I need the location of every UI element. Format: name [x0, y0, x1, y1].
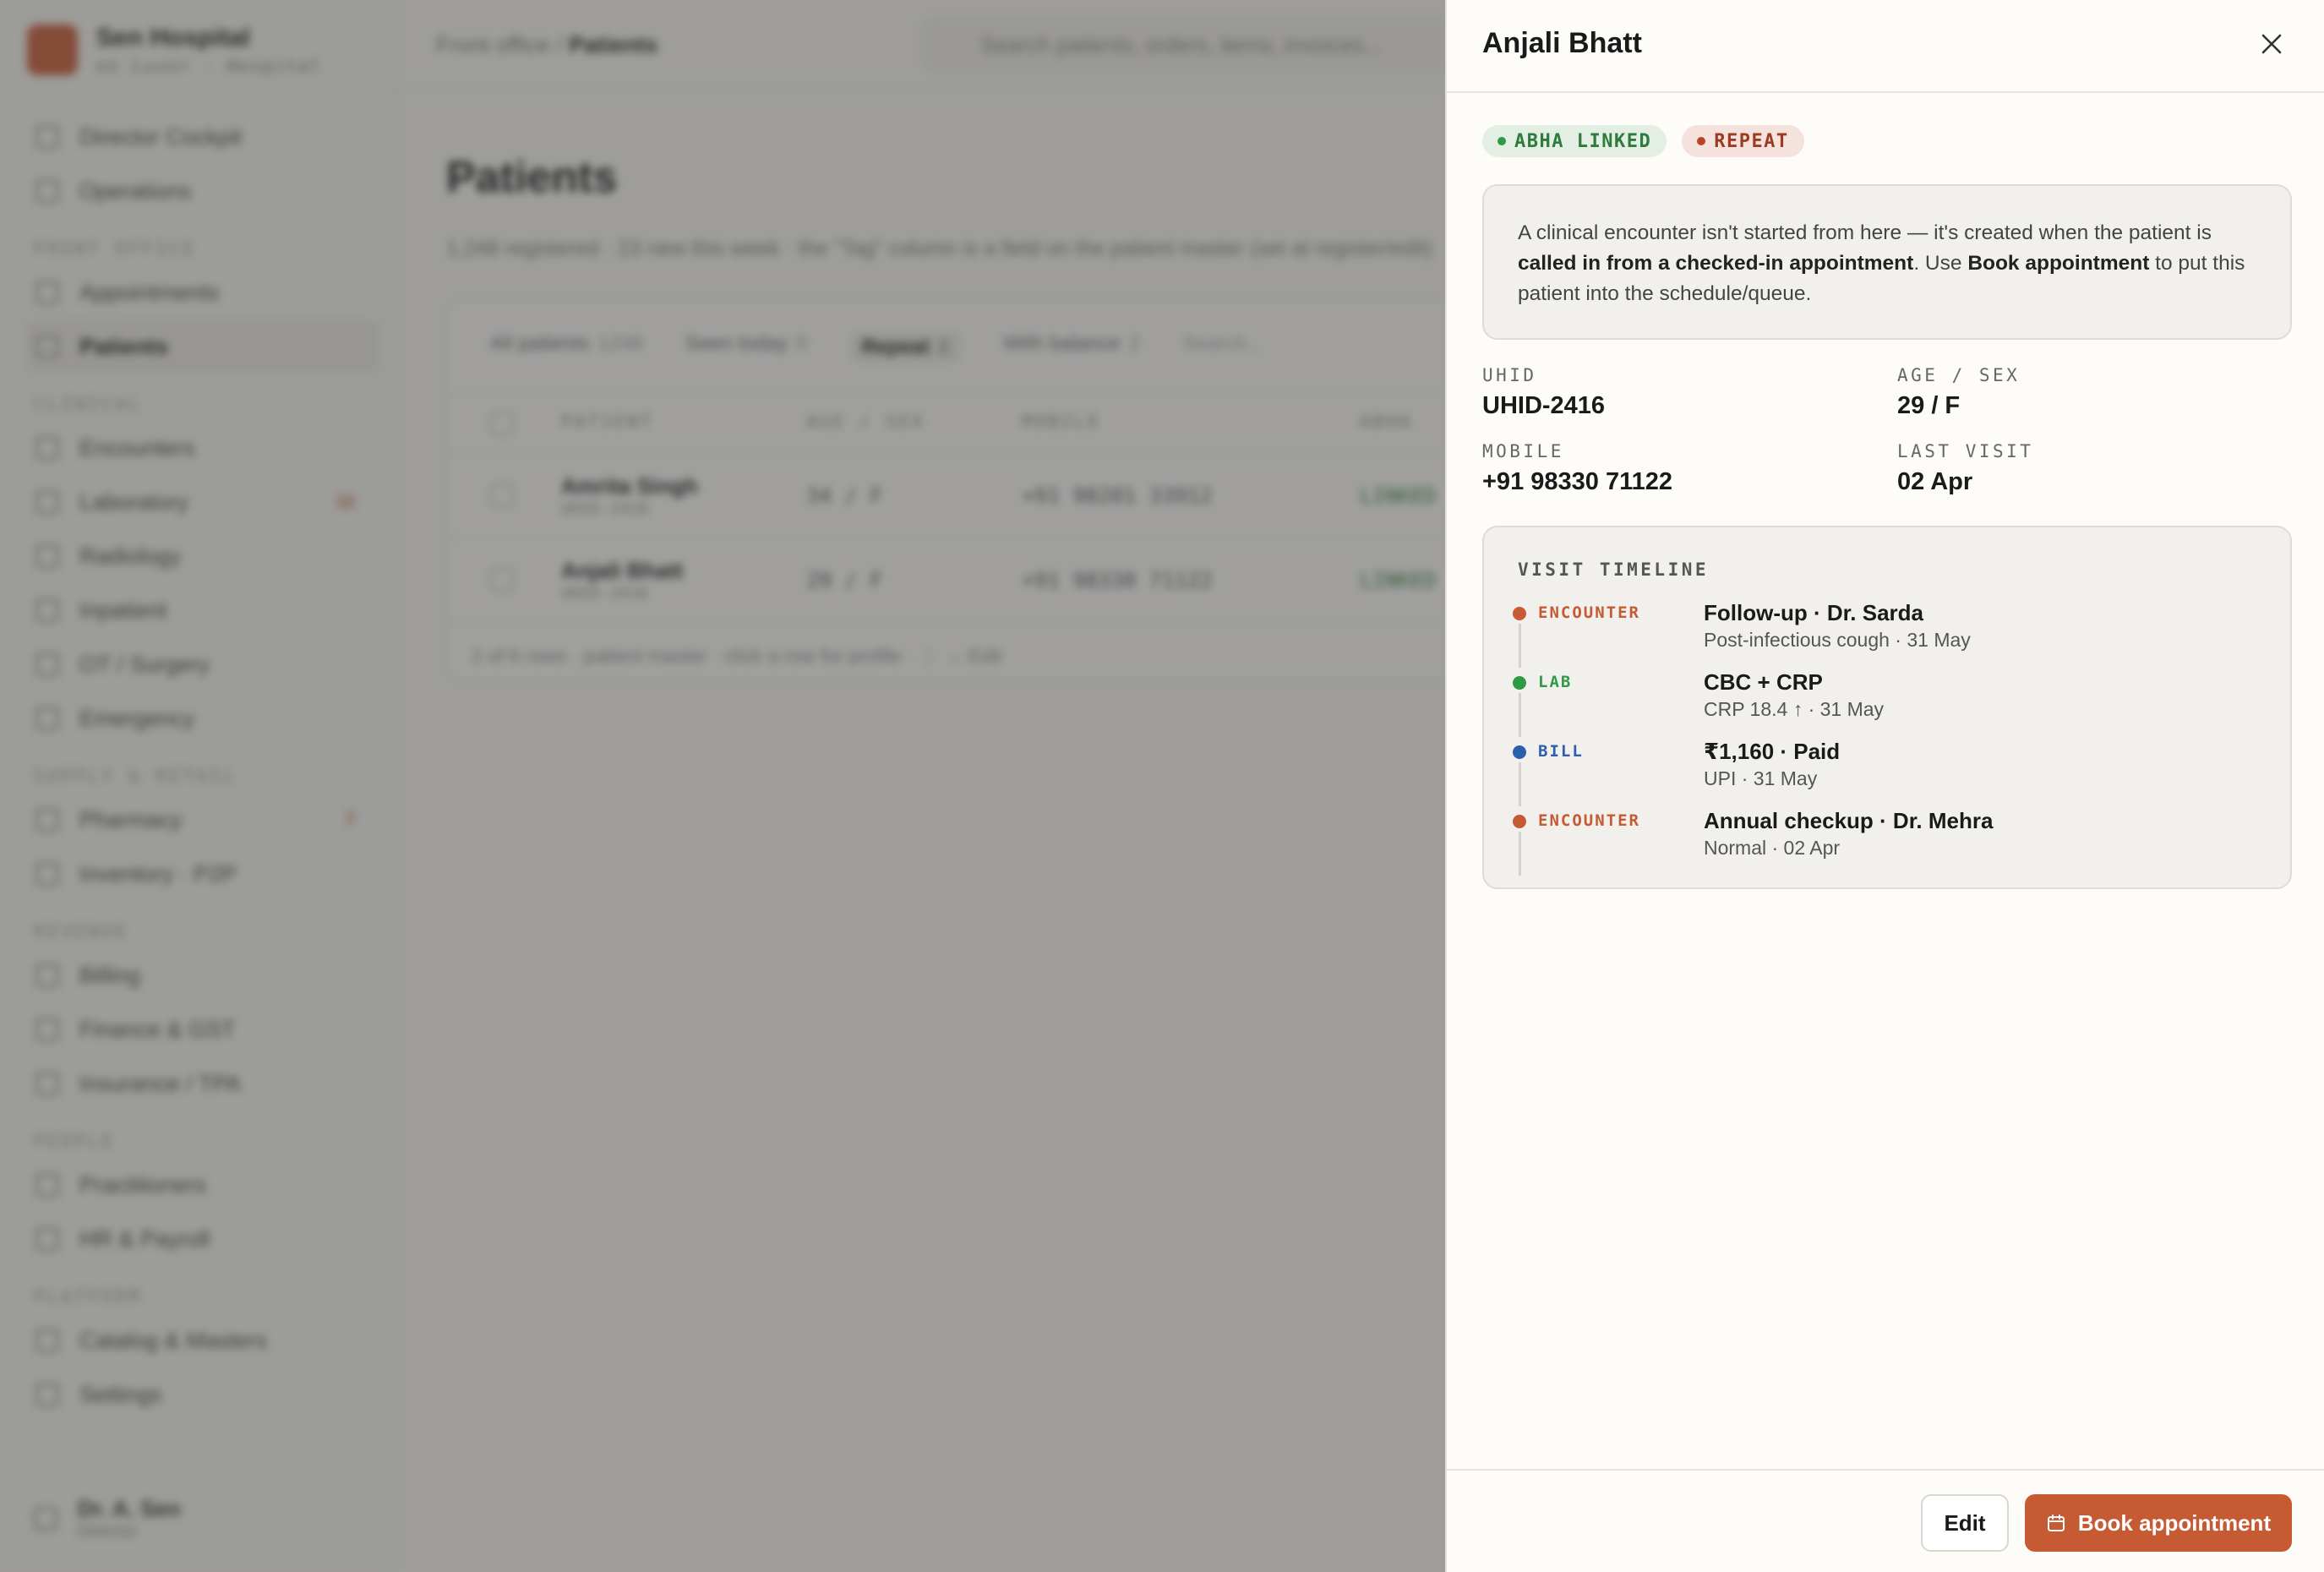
close-icon: [2261, 34, 2282, 54]
timeline-connector: [1519, 624, 1521, 668]
timeline-kind: ENCOUNTER: [1538, 603, 1640, 622]
drawer-header: Anjali Bhatt: [1447, 0, 2324, 93]
timeline-detail: CRP 18.4 ↑ · 31 May: [1704, 698, 1885, 720]
timeline-detail: Post-infectious cough · 31 May: [1704, 629, 1971, 651]
timeline-item[interactable]: LAB CBC + CRP CRP 18.4 ↑ · 31 May: [1513, 669, 2273, 739]
book-appointment-label: Book appointment: [2077, 1509, 2272, 1536]
timeline-title-text: CBC + CRP: [1704, 669, 1823, 695]
note-text: . Use: [1913, 252, 1968, 275]
drawer-footer: Edit Book appointment: [1447, 1469, 2324, 1572]
note-text: A clinical encounter isn't started from …: [1518, 221, 2212, 244]
timeline-connector: [1519, 762, 1521, 806]
timeline-connector: [1519, 832, 1521, 876]
status-dot-icon: [1697, 137, 1706, 145]
repeat-label: REPEAT: [1714, 130, 1789, 152]
close-button[interactable]: [2255, 27, 2289, 61]
timeline-item[interactable]: BILL ₹1,160 · Paid UPI · 31 May: [1513, 739, 2273, 808]
encounter-info-note: A clinical encounter isn't started from …: [1482, 184, 2292, 340]
fact-value: UHID-2416: [1482, 392, 1606, 419]
status-dot-icon: [1498, 137, 1506, 145]
repeat-badge: REPEAT: [1682, 125, 1804, 157]
timeline-title-text: Annual checkup · Dr. Mehra: [1704, 808, 1994, 833]
fact-mobile: MOBILE +91 98330 71122: [1482, 441, 1871, 496]
timeline-item[interactable]: ENCOUNTER Annual checkup · Dr. Mehra Nor…: [1513, 808, 2273, 877]
timeline-kind: BILL: [1538, 742, 1584, 761]
timeline-connector: [1519, 693, 1521, 737]
calendar-icon: [2047, 1515, 2065, 1531]
fact-last-visit: LAST VISIT 02 Apr: [1897, 441, 2286, 496]
timeline-detail: UPI · 31 May: [1704, 767, 1818, 789]
abha-linked-badge: ABHA LINKED: [1482, 125, 1667, 157]
timeline-dot-icon: [1513, 745, 1526, 759]
edit-button[interactable]: Edit: [1921, 1494, 2009, 1552]
fact-value: +91 98330 71122: [1482, 468, 1672, 495]
book-appointment-button[interactable]: Book appointment: [2025, 1494, 2292, 1552]
timeline-title-text: Follow-up · Dr. Sarda: [1704, 600, 1924, 625]
fact-label: LAST VISIT: [1897, 441, 2034, 461]
timeline-title: VISIT TIMELINE: [1518, 559, 1710, 580]
timeline-dot-icon: [1513, 607, 1526, 620]
fact-age-sex: AGE / SEX 29 / F: [1897, 365, 2286, 420]
timeline-title-text: ₹1,160 · Paid: [1704, 739, 1841, 764]
abha-linked-label: ABHA LINKED: [1514, 130, 1652, 152]
timeline-kind: ENCOUNTER: [1538, 811, 1640, 830]
note-emphasis: called in from a checked-in appointment: [1518, 252, 1914, 275]
fact-label: MOBILE: [1482, 441, 1564, 461]
note-emphasis: Book appointment: [1967, 252, 2150, 275]
timeline-dot-icon: [1513, 676, 1526, 690]
fact-label: AGE / SEX: [1897, 365, 2021, 385]
timeline-dot-icon: [1513, 815, 1526, 828]
fact-uhid: UHID UHID-2416: [1482, 365, 1871, 420]
timeline-kind: LAB: [1538, 673, 1573, 691]
timeline-item[interactable]: ENCOUNTER Follow-up · Dr. Sarda Post-inf…: [1513, 600, 2273, 669]
timeline-detail: Normal · 02 Apr: [1704, 837, 1841, 859]
status-chips: ABHA LINKED REPEAT: [1482, 125, 1804, 157]
fact-label: UHID: [1482, 365, 1537, 385]
fact-value: 29 / F: [1897, 392, 1961, 419]
fact-value: 02 Apr: [1897, 468, 1973, 495]
patient-profile-drawer: Anjali Bhatt ABHA LINKED REPEAT A clinic…: [1445, 0, 2324, 1572]
visit-timeline: VISIT TIMELINE ENCOUNTER Follow-up · Dr.…: [1482, 526, 2292, 889]
drawer-title: Anjali Bhatt: [1482, 27, 1642, 59]
